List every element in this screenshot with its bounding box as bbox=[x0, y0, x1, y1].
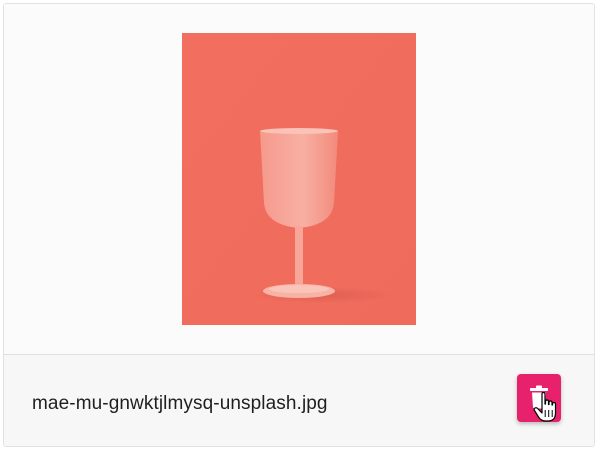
image-preview[interactable] bbox=[182, 33, 416, 325]
file-card: mae-mu-gnwktjlmysq-unsplash.jpg bbox=[3, 3, 595, 447]
file-name: mae-mu-gnwktjlmysq-unsplash.jpg bbox=[32, 393, 328, 414]
delete-button[interactable] bbox=[517, 374, 561, 422]
file-card-footer: mae-mu-gnwktjlmysq-unsplash.jpg bbox=[4, 355, 594, 446]
image-preview-area bbox=[4, 4, 594, 354]
wine-glass-photo bbox=[182, 33, 416, 325]
trash-icon bbox=[530, 385, 548, 409]
